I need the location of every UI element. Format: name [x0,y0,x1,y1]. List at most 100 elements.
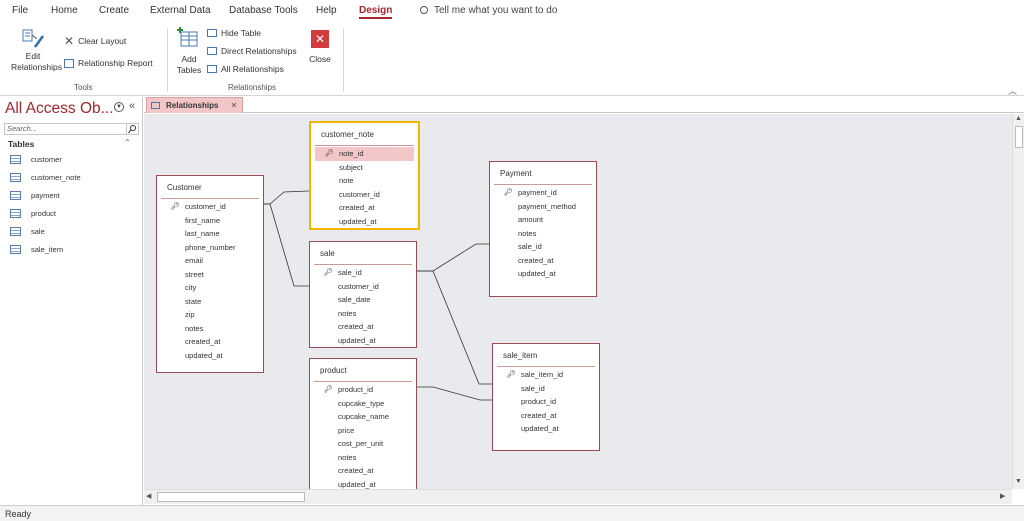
table-field[interactable]: 🔑︎ note_id [315,147,414,161]
nav-item-sale[interactable]: sale [10,224,45,238]
table-customer[interactable]: Customer 🔑︎ customer_id first_name last_nam… [156,175,264,373]
chevron-up-icon[interactable]: ⌃ [124,138,131,147]
table-field[interactable]: cupcake_type [314,397,412,411]
dropdown-icon[interactable]: ▼ [114,102,124,112]
nav-item-payment[interactable]: payment [10,188,60,202]
table-field[interactable]: customer_id [315,188,414,202]
table-product[interactable]: product 🔑︎ product_id cupcake_type cupcake_… [309,358,417,489]
table-field[interactable]: street [161,268,259,282]
table-field[interactable]: created_at [497,409,595,423]
table-field[interactable]: 🔑︎ payment_id [494,186,592,200]
table-field[interactable]: note [315,174,414,188]
nav-item-product[interactable]: product [10,206,56,220]
table-field[interactable]: last_name [161,227,259,241]
table-payment[interactable]: Payment 🔑︎ payment_id payment_method amount… [489,161,597,297]
clear-layout-button[interactable]: ✕ Clear Layout [64,34,126,48]
nav-search-input[interactable]: Search... [4,123,139,135]
nav-item-sale-item[interactable]: sale_item [10,242,63,256]
relationship-line [417,243,489,272]
table-field[interactable]: updated_at [161,349,259,363]
search-icon[interactable] [126,123,139,135]
relationship-report-button[interactable]: Relationship Report [64,58,153,68]
edit-relationships-button[interactable]: Edit Relationships [4,27,62,73]
table-field[interactable]: updated_at [494,267,592,281]
menu-home[interactable]: Home [51,5,78,16]
table-field[interactable]: product_id [497,395,595,409]
close-tab-icon[interactable]: ✕ [230,101,237,110]
scroll-up-icon[interactable]: ▲ [1015,115,1022,122]
nav-pane-title[interactable]: All Access Ob... [5,100,114,118]
add-tables-button[interactable]: Add Tables [172,27,206,76]
table-field[interactable]: amount [494,213,592,227]
horizontal-scrollbar[interactable]: ◀ ▶ [144,489,1012,504]
table-field[interactable]: created_at [314,464,412,478]
table-customer-note[interactable]: customer_note 🔑︎ note_id subject note custom… [309,121,420,230]
table-field[interactable]: phone_number [161,241,259,255]
table-field[interactable]: zip [161,308,259,322]
menu-file[interactable]: File [12,5,28,16]
table-title: Payment [500,169,532,178]
table-field[interactable]: cost_per_unit [314,437,412,451]
table-field[interactable]: payment_method [494,200,592,214]
menu-database-tools[interactable]: Database Tools [229,5,298,16]
table-field[interactable]: updated_at [314,478,412,490]
table-field[interactable]: notes [494,227,592,241]
table-field[interactable]: 🔑︎ sale_id [314,266,412,280]
collapse-pane-icon[interactable]: « [129,100,135,112]
table-field[interactable]: price [314,424,412,438]
collapse-ribbon-icon[interactable]: ︿ [1008,84,1017,97]
menu-help[interactable]: Help [316,5,337,16]
table-field[interactable]: sale_id [494,240,592,254]
table-field[interactable]: email [161,254,259,268]
close-x-icon: ✕ [64,34,75,48]
table-sale[interactable]: sale 🔑︎ sale_id customer_id sale_date notes c… [309,241,417,348]
close-button[interactable]: ✕ Close [304,30,336,65]
tab-relationships[interactable]: Relationships ✕ [146,97,243,113]
table-field[interactable]: notes [161,322,259,336]
hide-table-button[interactable]: Hide Table [207,28,261,38]
relationships-canvas[interactable]: Customer 🔑︎ customer_id first_name last_nam… [144,114,1012,489]
table-field[interactable]: first_name [161,214,259,228]
direct-relationships-button[interactable]: Direct Relationships [207,46,297,56]
table-field[interactable]: created_at [161,335,259,349]
menu-create[interactable]: Create [99,5,129,16]
nav-item-customer-note[interactable]: customer_note [10,170,81,184]
table-field[interactable]: customer_id [314,280,412,294]
vertical-scrollbar[interactable]: ▲ ▼ [1012,114,1024,489]
table-field[interactable]: updated_at [497,422,595,436]
table-field[interactable]: state [161,295,259,309]
table-divider [314,264,412,265]
nav-item-customer[interactable]: customer [10,152,62,166]
table-field[interactable]: city [161,281,259,295]
table-field[interactable]: sale_date [314,293,412,307]
table-field[interactable]: cupcake_name [314,410,412,424]
scrollbar-thumb[interactable] [1015,126,1023,148]
scroll-left-icon[interactable]: ◀ [146,492,151,500]
all-relationships-button[interactable]: All Relationships [207,64,284,74]
table-field[interactable]: 🔑︎ product_id [314,383,412,397]
table-field[interactable]: subject [315,161,414,175]
field-name: cupcake_type [338,398,385,408]
scroll-right-icon[interactable]: ▶ [1000,492,1005,500]
tell-me-box[interactable]: Tell me what you want to do [420,5,557,16]
table-field[interactable]: updated_at [315,215,414,229]
table-sale-item[interactable]: sale_item 🔑︎ sale_item_id sale_id product_i… [492,343,600,451]
table-field[interactable]: created_at [314,320,412,334]
table-field[interactable]: notes [314,307,412,321]
field-name: updated_at [338,479,376,489]
document-tabs: Relationships ✕ [144,97,1024,113]
table-field[interactable]: 🔑︎ sale_item_id [497,368,595,382]
table-field[interactable]: sale_id [497,382,595,396]
table-field[interactable]: created_at [315,201,414,215]
table-icon [10,172,21,182]
scrollbar-thumb[interactable] [157,492,305,502]
field-name: cost_per_unit [338,439,384,448]
table-field[interactable]: notes [314,451,412,465]
table-field[interactable]: 🔑︎ customer_id [161,200,259,214]
scroll-down-icon[interactable]: ▼ [1015,478,1022,485]
table-field[interactable]: updated_at [314,334,412,348]
table-field[interactable]: created_at [494,254,592,268]
menu-design[interactable]: Design [359,5,393,19]
menu-external-data[interactable]: External Data [150,5,211,16]
nav-section-tables[interactable]: Tables [8,139,34,149]
